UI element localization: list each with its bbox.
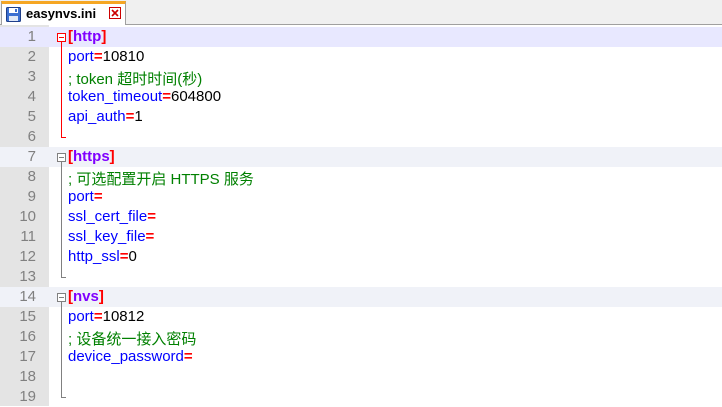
line-code: ssl_key_file= [68, 228, 154, 245]
tab-label: easynvs.ini [26, 6, 97, 21]
line-code: [nvs] [68, 288, 104, 305]
section-name: http [73, 28, 102, 45]
line-number: 10 [19, 208, 36, 225]
line-number: 11 [20, 228, 36, 245]
fold-guide-line [61, 302, 62, 397]
equals-operator: = [162, 88, 171, 105]
tab-easynvs-ini[interactable]: easynvs.ini [1, 1, 126, 26]
equals-operator: = [147, 208, 156, 225]
config-key: ssl_cert_file [68, 208, 148, 225]
section-bracket-close: ] [101, 28, 107, 45]
config-value: 604800 [171, 88, 222, 105]
editor-line[interactable]: 5 api_auth=1 [0, 107, 722, 127]
editor-line[interactable]: 10 ssl_cert_file= [0, 207, 722, 227]
section-bracket-close: ] [98, 288, 104, 305]
config-value: 10812 [102, 308, 145, 325]
fold-toggle-icon[interactable] [57, 293, 66, 302]
line-number: 9 [27, 188, 36, 205]
config-key: http_ssl [68, 248, 120, 265]
fold-toggle-icon[interactable] [57, 33, 66, 42]
line-number: 12 [19, 248, 36, 265]
line-number: 16 [19, 328, 36, 345]
line-code: port=10812 [68, 308, 144, 325]
fold-end-marker [61, 277, 66, 278]
editor-line[interactable]: 11 ssl_key_file= [0, 227, 722, 247]
section-name: nvs [73, 288, 99, 305]
editor-line[interactable]: 4 token_timeout=604800 [0, 87, 722, 107]
line-code: ssl_cert_file= [68, 208, 156, 225]
fold-guide-line [61, 42, 62, 137]
line-number: 14 [19, 288, 36, 305]
editor-area[interactable]: 1 [http] 2 port=10810 3; token 超时时间(秒) 4 token… [0, 25, 722, 406]
config-value: 0 [128, 248, 137, 265]
config-key: device_password [68, 348, 184, 365]
editor-line[interactable]: 18 [0, 367, 722, 387]
equals-operator: = [183, 348, 193, 365]
editor-line[interactable]: 8 ; 可选配置开启 HTTPS 服务 [0, 167, 722, 189]
line-number: 13 [19, 268, 36, 285]
editor-line[interactable]: 15 port=10812 [0, 307, 722, 327]
editor-line[interactable]: 14 [nvs] [0, 287, 722, 307]
config-key: port [68, 48, 94, 65]
editor-line[interactable]: 16 ; 设备统一接入密码 [0, 327, 722, 349]
line-number: 7 [27, 148, 36, 165]
line-number: 17 [19, 348, 36, 365]
editor-line[interactable]: 17 device_password= [0, 347, 722, 367]
fold-end-marker [61, 397, 66, 398]
comment-text: ; 可选配置开启 HTTPS 服务 [68, 171, 254, 188]
config-key: port [68, 188, 94, 205]
section-name: https [73, 148, 110, 165]
fold-end-marker [61, 137, 66, 138]
comment-text: ; token 超时时间(秒) [68, 71, 203, 88]
config-key: token_timeout [68, 88, 163, 105]
line-code: port=10810 [68, 48, 144, 65]
close-icon[interactable] [109, 7, 121, 19]
line-number: 1 [27, 28, 36, 45]
config-key: port [68, 308, 94, 325]
line-code: api_auth=1 [68, 108, 143, 125]
line-code: [https] [68, 148, 115, 165]
config-key: ssl_key_file [68, 228, 146, 245]
editor-line[interactable]: 3 ; token 超时时间(秒) [0, 67, 722, 89]
config-value: 1 [134, 108, 143, 125]
equals-operator: = [93, 188, 103, 205]
line-number: 4 [27, 88, 36, 105]
line-code: [http] [68, 28, 106, 45]
comment-text: ; 设备统一接入密码 [68, 331, 197, 348]
line-code: token_timeout=604800 [68, 88, 221, 105]
fold-guide-line [61, 162, 62, 277]
editor-line[interactable]: 7 [https] [0, 147, 722, 167]
line-number: 5 [27, 108, 36, 125]
line-code: ; token 超时时间(秒) [68, 68, 202, 89]
save-disk-icon [6, 7, 21, 22]
config-value: 10810 [102, 48, 145, 65]
line-code: port= [68, 188, 103, 205]
editor-line[interactable]: 2 port=10810 [0, 47, 722, 67]
line-code: ; 可选配置开启 HTTPS 服务 [68, 168, 254, 189]
line-number: 3 [27, 68, 36, 85]
line-number: 6 [27, 128, 36, 145]
equals-operator: = [93, 48, 103, 65]
tab-bar: easynvs.ini [0, 0, 722, 26]
line-code: ; 设备统一接入密码 [68, 328, 196, 349]
editor-line[interactable]: 6 [0, 127, 722, 147]
line-code: http_ssl=0 [68, 248, 137, 265]
equals-operator: = [145, 228, 155, 245]
line-number: 19 [19, 388, 36, 405]
editor-line[interactable]: 12 http_ssl=0 [0, 247, 722, 267]
line-code: device_password= [68, 348, 193, 365]
equals-operator: = [125, 108, 135, 125]
editor-line[interactable]: 9 port= [0, 187, 722, 207]
editor-line[interactable]: 19 [0, 387, 722, 407]
line-number: 8 [27, 168, 36, 185]
editor-line[interactable]: 1 [http] [0, 27, 722, 47]
editor-line[interactable]: 13 [0, 267, 722, 287]
equals-operator: = [93, 308, 103, 325]
line-number: 15 [19, 308, 36, 325]
line-number: 2 [27, 48, 36, 65]
fold-toggle-icon[interactable] [57, 153, 66, 162]
section-bracket-close: ] [109, 148, 115, 165]
line-number: 18 [19, 368, 36, 385]
config-key: api_auth [68, 108, 126, 125]
